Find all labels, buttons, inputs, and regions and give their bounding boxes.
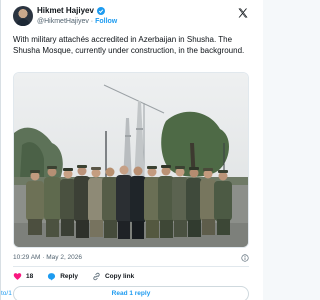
info-icon[interactable] [241,254,249,262]
author-handle-row: @HikmetHajiyev · Follow [37,17,117,26]
author-name-row: Hikmet Hajiyev [37,6,105,16]
tweet-embed-card: Hikmet Hajiyev @HikmetHajiyev · Follow W… [0,0,263,300]
copy-link-button[interactable]: Copy link [92,272,134,281]
link-icon [93,272,100,280]
tweet-text: With military attachés accredited in Aze… [13,35,245,55]
photo-illustration [14,73,248,247]
reply-icon [48,272,56,280]
copy-link-label: Copy link [104,272,135,280]
author-avatar[interactable] [13,6,33,26]
tweet-timestamp[interactable]: 10:29 AM · May 2, 2026 [13,254,82,261]
tweet-photo[interactable] [13,72,249,248]
read-replies-button[interactable]: Read 1 reply [13,286,249,300]
author-handle[interactable]: @HikmetHajiyev [37,18,89,25]
like-button[interactable]: 18 [13,272,33,281]
like-count: 18 [26,272,34,280]
x-logo-icon[interactable] [237,7,249,19]
tweet-meta-row: 10:29 AM · May 2, 2026 [13,253,249,263]
tweet-actions: 18 Reply Copy link [13,270,148,282]
follow-link[interactable]: Follow [95,18,117,25]
verified-badge-icon [96,7,105,15]
handle-separator: · [90,18,94,25]
divider [13,266,249,267]
heart-icon [13,272,22,280]
reply-button[interactable]: Reply [47,272,78,281]
reply-label: Reply [60,272,78,280]
tweet-header: Hikmet Hajiyev @HikmetHajiyev · Follow [13,6,253,30]
author-name[interactable]: Hikmet Hajiyev [37,6,94,16]
previous-embed-stub[interactable]: to/1 [1,289,12,299]
